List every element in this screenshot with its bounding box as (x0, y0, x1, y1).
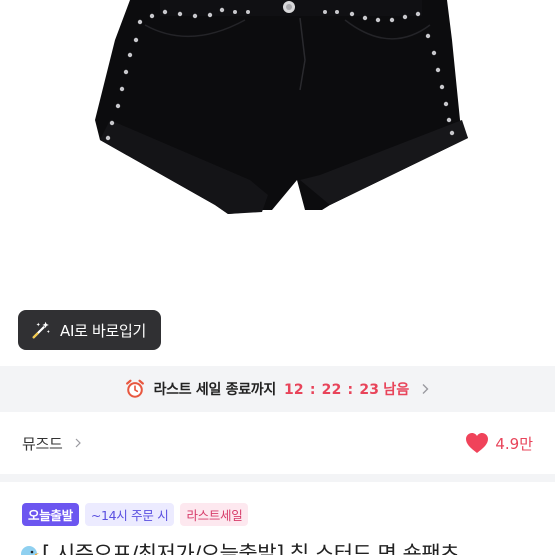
like-button[interactable]: 4.9만 (465, 432, 533, 454)
badge-last-sale: 라스트세일 (180, 503, 249, 526)
magic-wand-icon (32, 321, 50, 339)
countdown-timer: 12:22:23 남음 (284, 379, 409, 399)
product-title: [ 시즌오프/최저가/오늘출발] 칩 스터드 면 숏팬츠 (18, 538, 548, 555)
section-divider (0, 474, 555, 482)
countdown-separator: : (347, 382, 354, 398)
badge-order-cutoff: ~14시 주문 시 (84, 503, 175, 526)
like-count: 4.9만 (495, 434, 533, 453)
countdown-hours: 12 (283, 382, 304, 398)
bird-emoji-icon (21, 546, 39, 555)
ai-try-on-label: AI로 바로입기 (60, 321, 147, 340)
store-name-link[interactable]: 뮤즈드 (22, 433, 63, 454)
chevron-right-icon (422, 384, 429, 394)
ai-try-on-button[interactable]: AI로 바로입기 (18, 310, 161, 350)
last-sale-banner[interactable]: 라스트 세일 종료까지 12:22:23 남음 (0, 366, 555, 412)
countdown-remain-label: 남음 (383, 382, 410, 398)
heart-icon (466, 433, 489, 453)
product-title-text: [ 시즌오프/최저가/오늘출발] 칩 스터드 면 숏팬츠 (42, 542, 460, 555)
sale-end-label: 라스트 세일 종료까지 (153, 382, 277, 398)
countdown-seconds: 23 (359, 382, 380, 398)
badge-list: 오늘출발 ~14시 주문 시 라스트세일 (22, 503, 254, 526)
alarm-clock-icon (125, 379, 144, 398)
countdown-separator: : (309, 382, 316, 398)
store-row: 뮤즈드 4.9만 (0, 420, 555, 466)
chevron-right-icon[interactable] (73, 438, 83, 448)
countdown-minutes: 22 (321, 382, 342, 398)
badge-today-shipping: 오늘출발 (22, 503, 79, 526)
shorts-illustration (95, 0, 468, 214)
product-image[interactable]: AI로 바로입기 (0, 0, 555, 362)
